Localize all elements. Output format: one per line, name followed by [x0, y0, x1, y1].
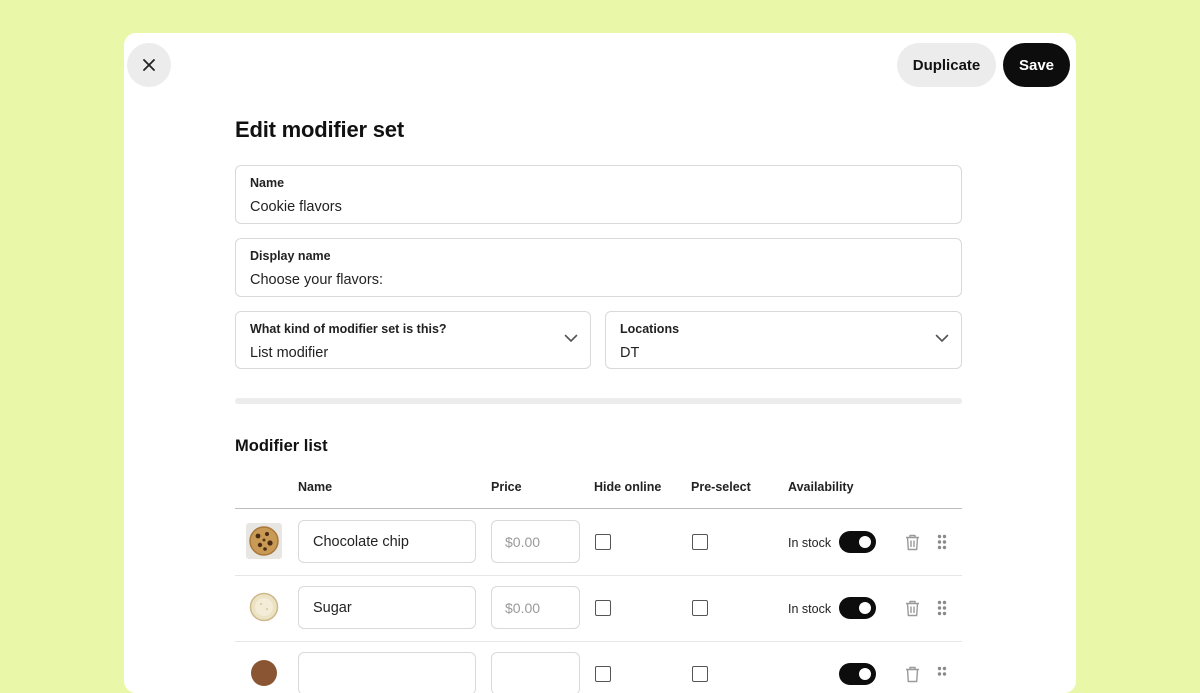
- cookie-icon: [249, 592, 279, 622]
- close-icon: [143, 59, 155, 71]
- trash-icon[interactable]: [905, 666, 920, 683]
- column-header-name: Name: [298, 480, 333, 494]
- modifier-set-type-value: List modifier: [250, 345, 329, 361]
- in-stock-toggle[interactable]: [839, 663, 876, 685]
- close-button[interactable]: [127, 43, 171, 87]
- column-header-price: Price: [491, 480, 522, 494]
- cookie-thumbnail: [246, 655, 282, 691]
- pre-select-checkbox[interactable]: [692, 666, 708, 682]
- modifier-name-input[interactable]: [298, 652, 476, 693]
- name-field-label: Name: [250, 176, 285, 190]
- name-field-value: Cookie flavors: [250, 199, 342, 215]
- pre-select-checkbox[interactable]: [692, 534, 708, 550]
- availability-label: In stock: [788, 602, 832, 616]
- locations-label: Locations: [620, 322, 680, 336]
- chocolate-chip-thumbnail: [246, 523, 282, 559]
- trash-icon[interactable]: [905, 534, 920, 551]
- column-header-hide-online: Hide online: [594, 480, 662, 494]
- section-divider: [235, 398, 962, 404]
- column-header-pre-select: Pre-select: [691, 480, 751, 494]
- modifier-list-title: Modifier list: [235, 437, 328, 455]
- trash-icon[interactable]: [905, 600, 920, 617]
- locations-value: DT: [620, 345, 640, 361]
- duplicate-button[interactable]: Duplicate: [897, 43, 996, 87]
- modifier-set-type-select[interactable]: What kind of modifier set is this? List …: [235, 311, 591, 369]
- display-name-field-label: Display name: [250, 249, 331, 263]
- pre-select-checkbox[interactable]: [692, 600, 708, 616]
- row-divider: [235, 575, 962, 576]
- availability-label: In stock: [788, 536, 832, 550]
- modifier-price-input[interactable]: $0.00: [491, 586, 580, 629]
- page-title: Edit modifier set: [235, 117, 404, 142]
- row-divider: [235, 641, 962, 642]
- modifier-name-input[interactable]: Chocolate chip: [298, 520, 476, 563]
- hide-online-checkbox[interactable]: [595, 534, 611, 550]
- in-stock-toggle[interactable]: [839, 597, 876, 619]
- cookie-icon: [249, 526, 279, 556]
- name-field[interactable]: Name Cookie flavors: [235, 165, 962, 224]
- display-name-field-value: Choose your flavors:: [250, 272, 383, 288]
- modifier-price-input[interactable]: $0.00: [491, 520, 580, 563]
- table-header-divider: [235, 508, 962, 509]
- modifier-name-input[interactable]: Sugar: [298, 586, 476, 629]
- sugar-cookie-thumbnail: [246, 589, 282, 625]
- save-button[interactable]: Save: [1003, 43, 1070, 87]
- edit-modifier-set-panel: Duplicate Save Edit modifier set Name Co…: [124, 33, 1076, 693]
- chevron-down-icon: [935, 334, 949, 342]
- cookie-icon: [251, 660, 277, 686]
- chevron-down-icon: [564, 334, 578, 342]
- hide-online-checkbox[interactable]: [595, 600, 611, 616]
- drag-handle-icon[interactable]: [937, 600, 947, 616]
- drag-handle-icon[interactable]: [937, 534, 947, 550]
- display-name-field[interactable]: Display name Choose your flavors:: [235, 238, 962, 297]
- column-header-availability: Availability: [788, 480, 854, 494]
- in-stock-toggle[interactable]: [839, 531, 876, 553]
- locations-select[interactable]: Locations DT: [605, 311, 962, 369]
- drag-handle-icon[interactable]: [937, 666, 947, 682]
- modifier-price-input[interactable]: [491, 652, 580, 693]
- modifier-set-type-label: What kind of modifier set is this?: [250, 322, 447, 336]
- hide-online-checkbox[interactable]: [595, 666, 611, 682]
